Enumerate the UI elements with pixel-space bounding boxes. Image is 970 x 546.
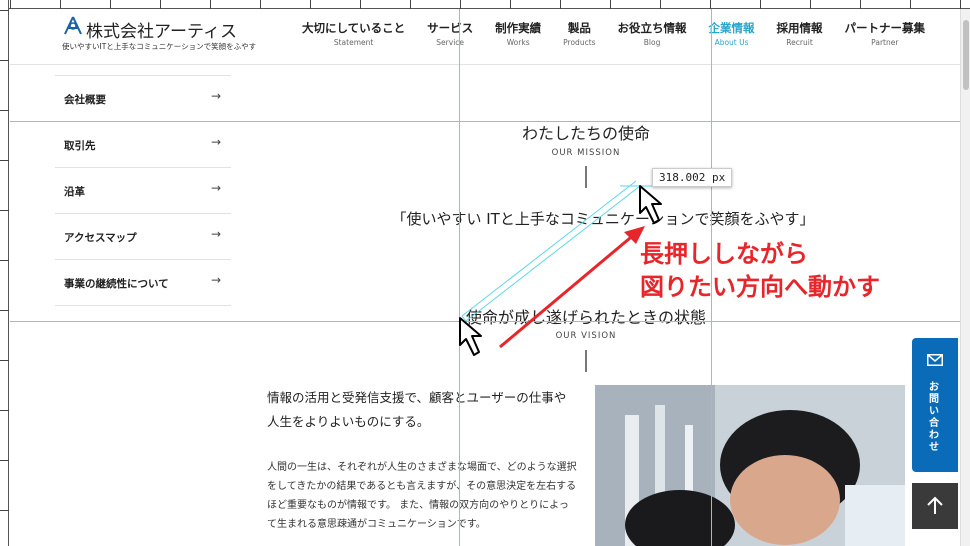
measurement-readout: 318.002 px bbox=[652, 168, 733, 187]
ruler-tick bbox=[460, 0, 461, 9]
cursor-end-icon bbox=[639, 185, 662, 224]
ruler-tick bbox=[60, 0, 61, 9]
ruler-tick bbox=[410, 0, 411, 9]
drag-arrow-icon bbox=[499, 226, 645, 349]
cursor-start-icon bbox=[459, 317, 482, 356]
ruler-tick bbox=[0, 510, 9, 511]
ruler-tick bbox=[810, 0, 811, 9]
ruler-tick bbox=[510, 0, 511, 9]
arrow-up-icon bbox=[927, 496, 943, 514]
annotation-line: 図りたい方向へ動かす bbox=[640, 273, 880, 301]
back-to-top-button[interactable] bbox=[912, 483, 958, 529]
ruler-tick bbox=[110, 0, 111, 9]
ruler-tick bbox=[0, 10, 9, 11]
ruler-tick bbox=[0, 460, 9, 461]
ruler-tick bbox=[310, 0, 311, 9]
ruler-tick bbox=[760, 0, 761, 9]
ruler-tick bbox=[260, 0, 261, 9]
ruler-tick bbox=[360, 0, 361, 9]
ruler-tick bbox=[710, 0, 711, 9]
ruler-tick bbox=[960, 0, 961, 9]
contact-button[interactable]: お問い合わせ bbox=[912, 338, 958, 472]
ruler-tick bbox=[910, 0, 911, 9]
ruler-tick bbox=[160, 0, 161, 9]
mail-icon bbox=[927, 354, 943, 366]
vertical-ruler[interactable] bbox=[0, 0, 9, 546]
ruler-tick bbox=[0, 210, 9, 211]
ruler-tick bbox=[560, 0, 561, 9]
ruler-tick bbox=[0, 60, 9, 61]
ruler-tick bbox=[860, 0, 861, 9]
page-scrollbar[interactable]: ▲ bbox=[960, 0, 970, 546]
ruler-tick bbox=[660, 0, 661, 9]
ruler-tick bbox=[610, 0, 611, 9]
ruler-tick bbox=[210, 0, 211, 9]
instruction-annotation: 長押ししながら 図りたい方向へ動かす bbox=[640, 238, 880, 304]
ruler-tick bbox=[0, 360, 9, 361]
ruler-tick bbox=[0, 310, 9, 311]
ruler-tick bbox=[0, 160, 9, 161]
ruler-tick bbox=[0, 260, 9, 261]
scroll-thumb[interactable] bbox=[963, 20, 969, 90]
ruler-tick bbox=[0, 110, 9, 111]
annotation-line: 長押ししながら bbox=[640, 240, 808, 268]
ruler-tick bbox=[10, 0, 11, 9]
ruler-tick bbox=[0, 410, 9, 411]
horizontal-ruler[interactable] bbox=[0, 0, 970, 9]
contact-button-label: お問い合わせ bbox=[929, 382, 939, 453]
